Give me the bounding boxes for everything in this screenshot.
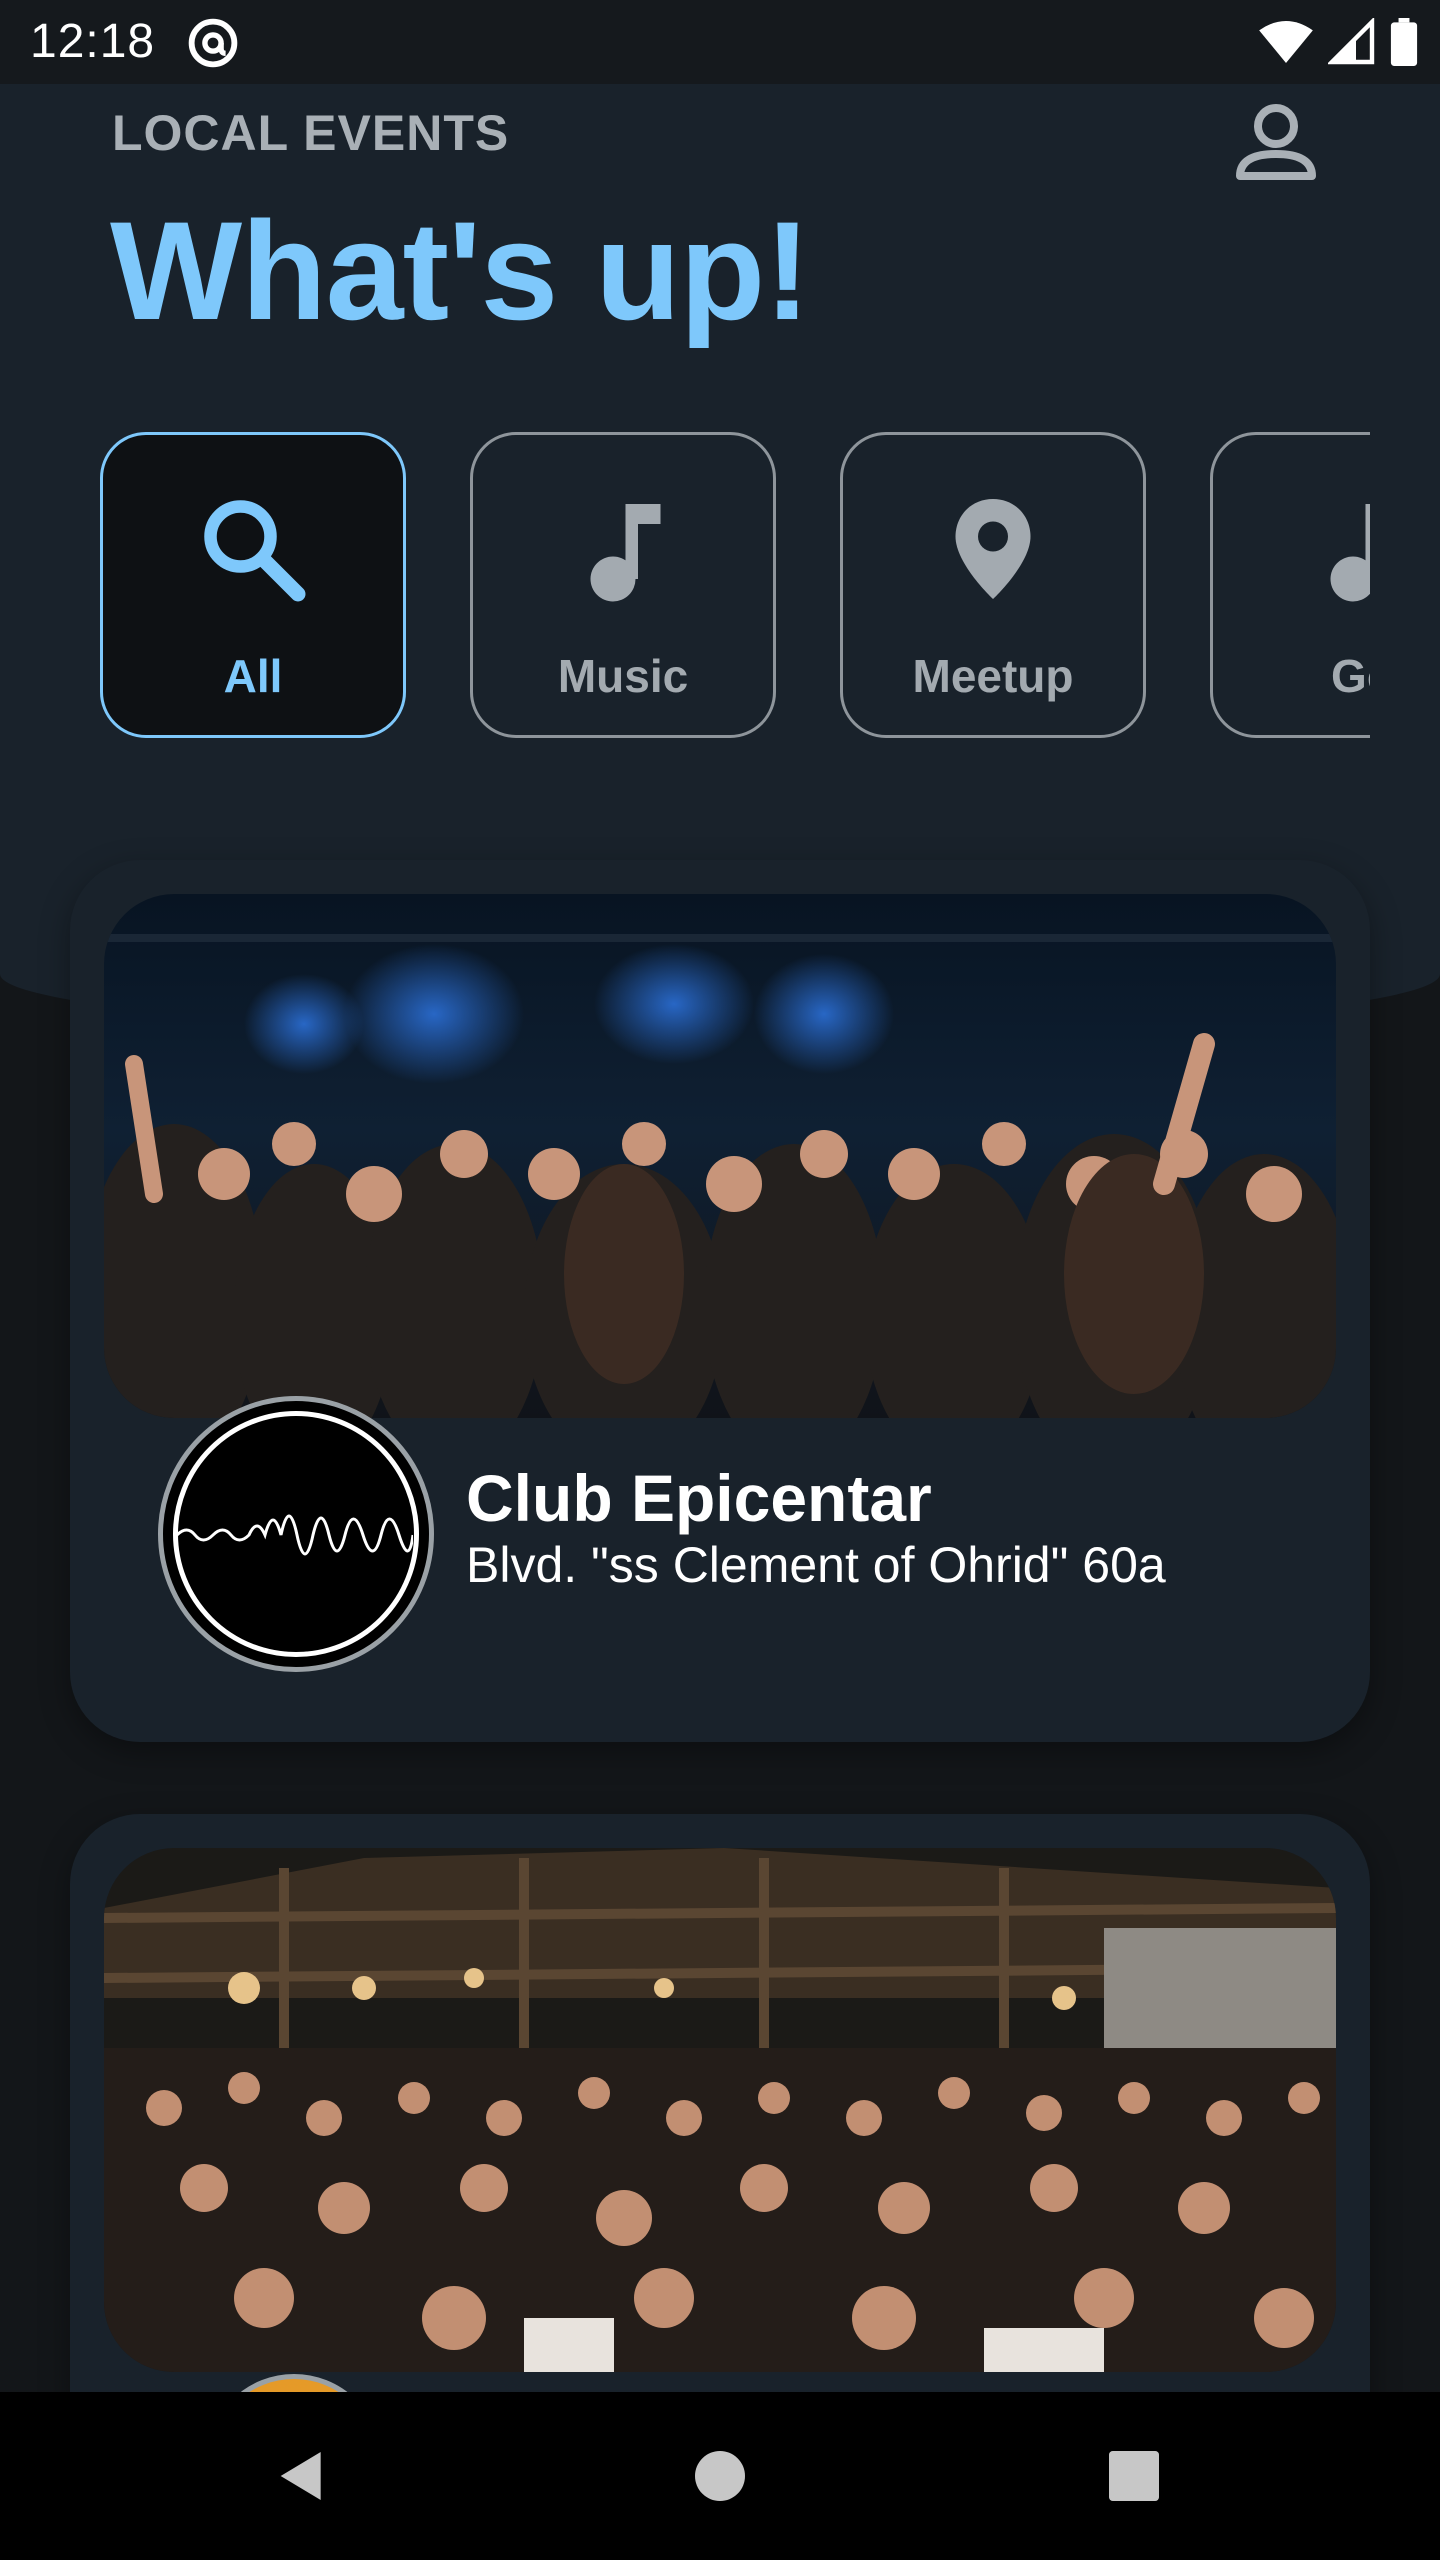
search-icon	[204, 500, 306, 602]
wifi-icon	[1259, 21, 1313, 63]
category-chip-meetup[interactable]: Meetup	[840, 432, 1146, 738]
event-photo	[104, 894, 1336, 1418]
home-icon[interactable]	[690, 2444, 750, 2508]
category-label: Go	[1331, 650, 1370, 702]
category-label: All	[223, 650, 283, 702]
event-title: Club Epicentar	[466, 1461, 932, 1535]
recents-icon[interactable]	[1104, 2444, 1164, 2508]
signal-icon	[1328, 18, 1375, 65]
page-title: What's up!	[110, 192, 811, 349]
category-chip-all[interactable]: All	[100, 432, 406, 738]
venue-logo	[158, 1396, 434, 1672]
category-chip-music[interactable]: Music	[470, 432, 776, 738]
location-pin-icon	[955, 499, 1031, 599]
music-note-icon	[590, 504, 661, 602]
category-label: Meetup	[912, 650, 1074, 702]
back-icon[interactable]	[270, 2444, 334, 2508]
event-card[interactable]: Club Epicentar Blvd. "ss Clement of Ohri…	[70, 860, 1370, 1742]
status-bar: 12:18	[0, 0, 1440, 84]
section-overline: LOCAL EVENTS	[112, 105, 510, 161]
category-label: Music	[557, 650, 689, 702]
battery-icon	[1390, 18, 1418, 66]
event-photo	[104, 1848, 1336, 2372]
event-address: Blvd. "ss Clement of Ohrid" 60a	[466, 1537, 1166, 1593]
category-list: All Music Meetup Go	[100, 432, 1370, 748]
at-sign-icon	[188, 18, 238, 68]
system-nav-bar	[0, 2392, 1440, 2560]
music-note-icon	[1330, 504, 1370, 602]
status-time: 12:18	[30, 15, 156, 68]
account-icon[interactable]	[1228, 96, 1324, 192]
soundwave-icon	[177, 1514, 413, 1556]
category-chip-go[interactable]: Go	[1210, 432, 1370, 738]
